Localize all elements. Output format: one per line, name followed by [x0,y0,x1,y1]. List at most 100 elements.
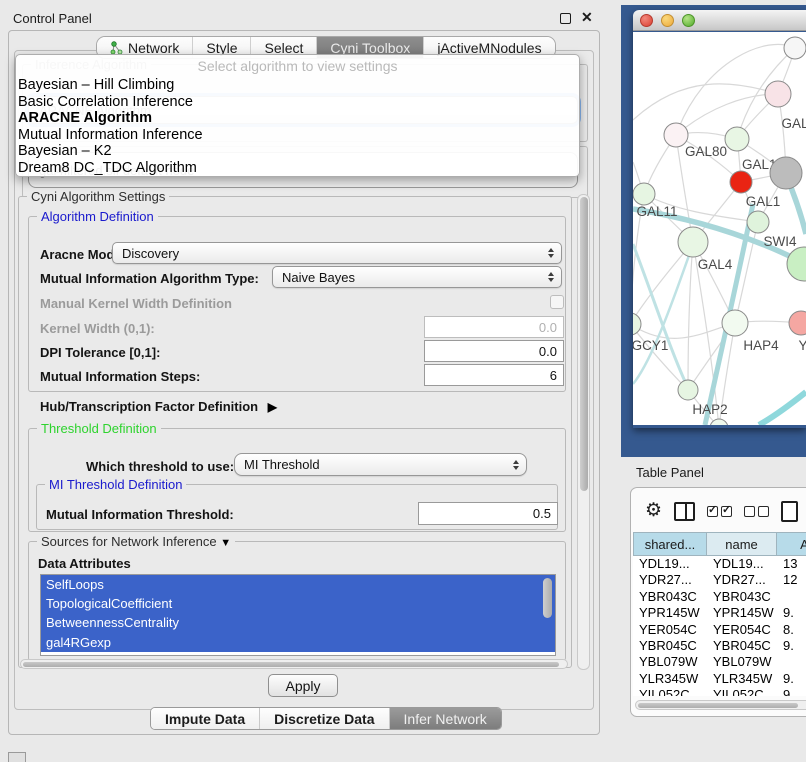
export-table-icon[interactable] [781,501,798,522]
deselect-all-checkboxes-icon[interactable] [744,506,769,517]
settings-scrollbar-thumb[interactable] [580,197,588,491]
network-node[interactable] [770,157,802,189]
mi-type-label: Mutual Information Algorithm Type: [40,271,259,286]
table-toolbar: ⚙ [631,496,806,526]
network-icon [110,41,123,55]
hub-definition-toggle[interactable]: Hub/Transcription Factor Definition ▶ [40,399,277,414]
settings-scrollbar[interactable] [577,194,590,670]
which-threshold-combobox[interactable]: MI Threshold [234,453,527,476]
minimize-traffic-light-icon[interactable] [661,14,674,27]
network-view-frame: GALGAL80GAL10GAL1GAL11SWI4GAL4GCY1HAP4YH… [621,5,806,457]
network-node-label: GAL [781,116,806,131]
network-edge[interactable] [633,244,688,388]
table-cell: 12 [777,572,806,588]
network-window-titlebar[interactable] [633,10,806,31]
tab-impute-data[interactable]: Impute Data [151,708,260,729]
column-header[interactable]: shared... [633,532,707,556]
close-icon[interactable]: ✕ [581,9,593,26]
network-canvas[interactable]: GALGAL80GAL10GAL1GAL11SWI4GAL4GCY1HAP4YH… [633,32,806,425]
table-cell: YDR27... [633,572,707,588]
table-row[interactable]: YER054CYER054C8. [633,622,806,638]
table-cell: YPR145W [707,605,777,621]
mi-threshold-field[interactable]: 0.5 [418,502,558,525]
float-window-icon[interactable] [560,13,571,24]
table-row[interactable]: YBR045CYBR045C9. [633,638,806,654]
table-row[interactable]: YIL052CYIL052C9 [633,687,806,696]
mi-type-combobox[interactable]: Naive Bayes [272,266,562,288]
network-node[interactable] [730,171,752,193]
algorithm-option[interactable]: Dream8 DC_TDC Algorithm [16,160,579,177]
spinner-arrows-icon [548,272,554,282]
popup-placeholder: Select algorithm to view settings [16,58,579,77]
tab-infer-network[interactable]: Infer Network [390,708,501,729]
tab-discretize-data[interactable]: Discretize Data [260,708,389,729]
network-node[interactable] [722,310,748,336]
mi-steps-field[interactable]: 6 [424,364,564,386]
table-cell: 13 [777,556,806,572]
cyni-mode-tabbar: Impute Data Discretize Data Infer Networ… [150,707,502,730]
apply-button[interactable]: Apply [268,674,338,697]
table-cell: YBR043C [633,589,707,605]
attribute-item[interactable]: SelfLoops [41,575,555,594]
network-node[interactable] [725,127,749,151]
table-cell: YBR043C [707,589,777,605]
table-row[interactable]: YLR345WYLR345W9. [633,671,806,687]
algorithm-option-selected[interactable]: ARACNE Algorithm [16,110,579,127]
settings-hscrollbar[interactable] [20,659,568,669]
manual-kernel-checkbox[interactable] [550,295,564,309]
settings-hscrollbar-thumb[interactable] [23,662,559,668]
network-node[interactable] [633,313,641,335]
attribute-item[interactable]: BetweennessCentrality [41,613,555,632]
table-hscrollbar-thumb[interactable] [638,703,798,709]
attribute-item[interactable]: gal4RGexp [41,633,555,652]
close-traffic-light-icon[interactable] [640,14,653,27]
select-all-checkboxes-icon[interactable] [707,506,732,517]
table-hscrollbar[interactable] [635,700,806,710]
network-edge[interactable] [676,94,778,135]
network-node[interactable] [633,183,655,205]
collapse-arrow-icon[interactable]: ▼ [220,537,231,549]
algorithm-option[interactable]: Bayesian – K2 [16,143,579,160]
network-edge[interactable] [759,392,806,425]
zoom-traffic-light-icon[interactable] [682,14,695,27]
network-node[interactable] [784,37,806,59]
table-cell: YIL052C [707,687,777,696]
table-cell: YLR345W [707,671,777,687]
aracne-mode-combobox[interactable]: Discovery [112,242,562,264]
collapsed-panel-icon[interactable] [8,752,26,762]
network-node[interactable] [747,211,769,233]
spinner-arrows-icon [513,460,519,470]
table-cell: 9. [777,638,806,654]
network-node[interactable] [678,227,708,257]
table-row[interactable]: YDL19...YDL19...13 [633,556,806,572]
table-cell: YPR145W [633,605,707,621]
network-node[interactable] [678,380,698,400]
kernel-width-field[interactable]: 0.0 [424,316,564,338]
manual-kernel-label: Manual Kernel Width Definition [40,296,232,311]
table-row[interactable]: YBR043CYBR043C [633,589,806,605]
table-header-row: shared...nameA [633,532,806,556]
column-header[interactable]: name [707,532,777,556]
network-node[interactable] [765,81,791,107]
table-row[interactable]: YPR145WYPR145W9. [633,605,806,621]
algorithm-option[interactable]: Basic Correlation Inference [16,94,579,111]
attribute-item[interactable]: TopologicalCoefficient [41,594,555,613]
table-row[interactable]: YDR27...YDR27...12 [633,572,806,588]
column-header[interactable]: A [777,532,806,556]
algorithm-option[interactable]: Mutual Information Inference [16,127,579,144]
network-edge[interactable] [633,323,735,338]
columns-icon[interactable] [674,502,695,521]
table-row[interactable]: YBL079WYBL079W [633,654,806,670]
dpi-tolerance-field[interactable]: 0.0 [424,340,564,362]
network-edge[interactable] [688,242,693,390]
expand-arrow-icon[interactable]: ▶ [268,400,277,414]
algorithm-option[interactable]: Bayesian – Hill Climbing [16,77,579,94]
table-cell: YDL19... [707,556,777,572]
network-node[interactable] [789,311,806,335]
network-node[interactable] [787,247,806,281]
attributes-scrollbar-thumb[interactable] [543,578,552,618]
gear-icon[interactable]: ⚙ [645,501,662,521]
network-node-label: GCY1 [633,338,668,353]
network-node-label: HAP2 [692,402,727,417]
table-cell: 9. [777,605,806,621]
